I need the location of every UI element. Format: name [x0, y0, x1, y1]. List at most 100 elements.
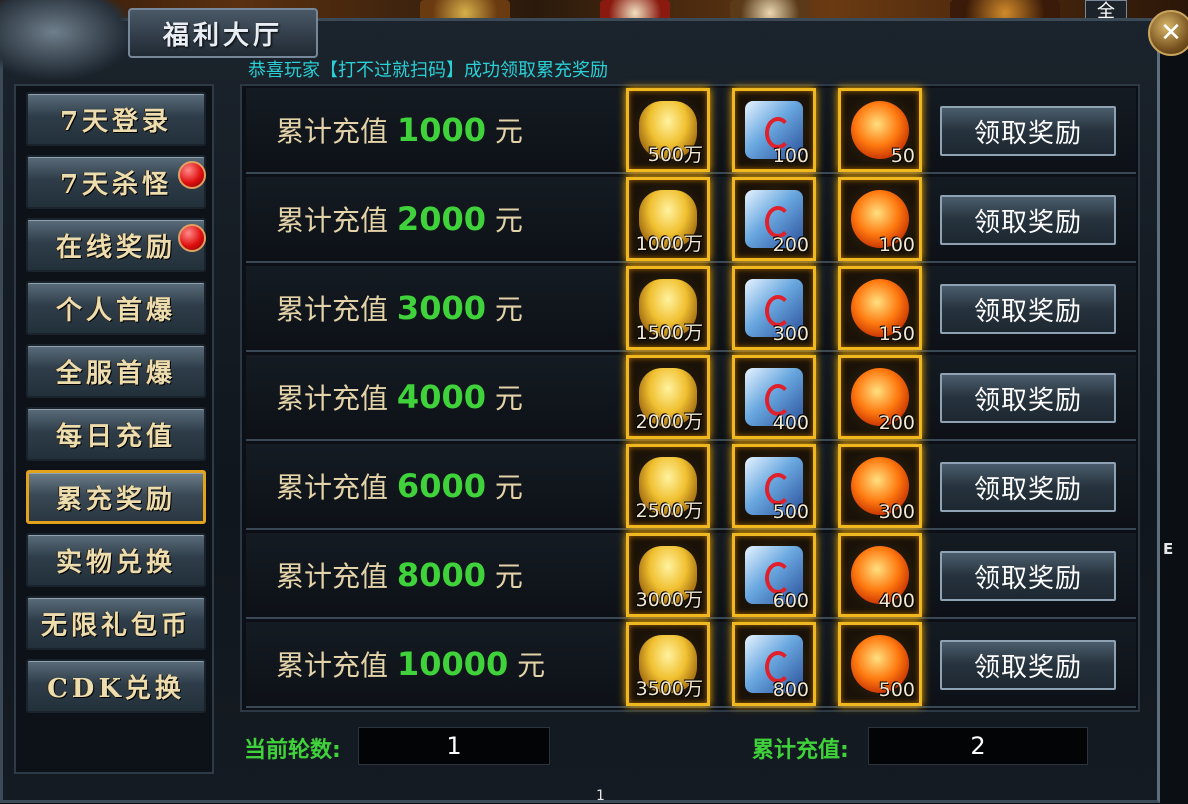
claim-reward-button[interactable]: 领取奖励 [940, 373, 1116, 423]
reward-row-label: 累计充值 2000 元 [276, 199, 523, 239]
currency-unit: 元 [494, 204, 523, 237]
reward-item-slot[interactable]: 1000万 [626, 177, 710, 261]
sidebar-item-label: CDK兑换 [47, 673, 185, 704]
recharge-label-prefix: 累计充值 [276, 293, 389, 326]
recharge-label-prefix: 累计充值 [276, 115, 389, 148]
reward-item-slot[interactable]: 2000万 [626, 355, 710, 439]
sidebar-item-label: 无限礼包币 [40, 610, 191, 641]
notification-dot-icon [178, 224, 206, 252]
reward-item-slot[interactable]: 500万 [626, 88, 710, 172]
claim-reward-button[interactable]: 领取奖励 [940, 551, 1116, 601]
reward-row-label: 累计充值 1000 元 [276, 110, 523, 150]
currency-unit: 元 [494, 560, 523, 593]
sidebar-item-9[interactable]: CDK兑换 [26, 659, 206, 713]
total-recharge-label: 累计充值: [752, 738, 849, 763]
reward-item-quantity: 3000万 [635, 589, 703, 611]
reward-row: 累计充值 10000 元 3500万 800 500 领取奖励 [246, 622, 1136, 708]
sidebar-item-label: 每日充值 [55, 421, 176, 452]
reward-item-slot[interactable]: 800 [732, 622, 816, 706]
reward-row-label: 累计充值 10000 元 [276, 644, 545, 684]
sidebar-item-label: 个人首爆 [55, 295, 176, 326]
reward-item-slot[interactable]: 1500万 [626, 266, 710, 350]
reward-item-slot[interactable]: 600 [732, 533, 816, 617]
round-label: 当前轮数: [244, 738, 341, 763]
window-title-plate: 福利大厅 [128, 8, 318, 58]
reward-row: 累计充值 3000 元 1500万 300 150 领取奖励 [246, 266, 1136, 352]
recharge-amount: 4000 [396, 378, 486, 416]
reward-row-label: 累计充值 4000 元 [276, 377, 523, 417]
sidebar-item-6[interactable]: 累充奖励 [26, 470, 206, 524]
claim-reward-button[interactable]: 领取奖励 [940, 106, 1116, 156]
close-icon[interactable]: ✕ [1148, 10, 1188, 56]
recharge-label-prefix: 累计充值 [276, 204, 389, 237]
reward-item-quantity: 3500万 [635, 678, 703, 700]
reward-item-quantity: 600 [772, 590, 809, 612]
recharge-label-prefix: 累计充值 [276, 649, 389, 682]
reward-row: 累计充值 6000 元 2500万 500 300 领取奖励 [246, 444, 1136, 530]
recharge-amount: 6000 [396, 467, 486, 505]
reward-item-slot[interactable]: 150 [838, 266, 922, 350]
reward-item-slot[interactable]: 500 [732, 444, 816, 528]
reward-item-quantity: 400 [772, 412, 809, 434]
reward-row: 累计充值 4000 元 2000万 400 200 领取奖励 [246, 355, 1136, 441]
total-recharge-value-field: 2 [868, 727, 1088, 765]
sidebar-item-label: 实物兑换 [55, 547, 176, 578]
sidebar-item-4[interactable]: 全服首爆 [26, 344, 206, 398]
page-number: 1 [596, 788, 605, 804]
recharge-amount: 10000 [396, 645, 509, 683]
reward-row: 累计充值 2000 元 1000万 200 100 领取奖励 [246, 177, 1136, 263]
reward-item-slot[interactable]: 2500万 [626, 444, 710, 528]
sidebar-item-label: 7天杀怪 [59, 169, 173, 200]
reward-item-slot[interactable]: 50 [838, 88, 922, 172]
reward-row-label: 累计充值 8000 元 [276, 555, 523, 595]
reward-row: 累计充值 8000 元 3000万 600 400 领取奖励 [246, 533, 1136, 619]
reward-item-quantity: 2500万 [635, 500, 703, 522]
reward-item-slot[interactable]: 3500万 [626, 622, 710, 706]
reward-item-slot[interactable]: 500 [838, 622, 922, 706]
reward-item-quantity: 1000万 [635, 233, 703, 255]
reward-item-quantity: 500 [772, 501, 809, 523]
reward-panel: 累计充值 1000 元 500万 100 50 领取奖励 累计充值 2000 元 1000万… [240, 84, 1140, 712]
window-title: 福利大厅 [162, 20, 283, 51]
reward-item-quantity: 300 [772, 323, 809, 345]
recharge-amount: 8000 [396, 556, 486, 594]
reward-item-quantity: 800 [772, 679, 809, 701]
sidebar-item-7[interactable]: 实物兑换 [26, 533, 206, 587]
recharge-amount: 3000 [396, 289, 486, 327]
reward-item-slot[interactable]: 100 [838, 177, 922, 261]
sidebar-item-label: 累充奖励 [55, 484, 176, 515]
round-value-field: 1 [358, 727, 550, 765]
reward-item-slot[interactable]: 200 [732, 177, 816, 261]
reward-item-slot[interactable]: 300 [838, 444, 922, 528]
sidebar-item-8[interactable]: 无限礼包币 [26, 596, 206, 650]
reward-item-quantity: 200 [772, 234, 809, 256]
currency-unit: 元 [494, 382, 523, 415]
recharge-label-prefix: 累计充值 [276, 471, 389, 504]
reward-item-slot[interactable]: 100 [732, 88, 816, 172]
notification-dot-icon [178, 161, 206, 189]
sidebar-item-3[interactable]: 个人首爆 [26, 281, 206, 335]
currency-unit: 元 [494, 293, 523, 326]
reward-item-slot[interactable]: 200 [838, 355, 922, 439]
reward-item-quantity: 200 [878, 412, 915, 434]
claim-reward-button[interactable]: 领取奖励 [940, 640, 1116, 690]
announcement-text: 恭喜玩家【打不过就扫码】成功领取累充奖励 [248, 60, 608, 81]
claim-reward-button[interactable]: 领取奖励 [940, 195, 1116, 245]
claim-reward-button[interactable]: 领取奖励 [940, 284, 1116, 334]
recharge-label-prefix: 累计充值 [276, 382, 389, 415]
sidebar-item-label: 全服首爆 [55, 358, 176, 389]
reward-item-quantity: 1500万 [635, 322, 703, 344]
reward-item-quantity: 300 [878, 501, 915, 523]
sidebar-item-0[interactable]: 7天登录 [26, 92, 206, 146]
dragon-ornament-icon [0, 0, 135, 80]
sidebar-item-5[interactable]: 每日充值 [26, 407, 206, 461]
recharge-label-prefix: 累计充值 [276, 560, 389, 593]
reward-item-slot[interactable]: 3000万 [626, 533, 710, 617]
currency-unit: 元 [517, 649, 546, 682]
claim-reward-button[interactable]: 领取奖励 [940, 462, 1116, 512]
reward-item-slot[interactable]: 400 [732, 355, 816, 439]
currency-unit: 元 [494, 471, 523, 504]
reward-item-slot[interactable]: 300 [732, 266, 816, 350]
reward-item-quantity: 2000万 [635, 411, 703, 433]
reward-item-slot[interactable]: 400 [838, 533, 922, 617]
